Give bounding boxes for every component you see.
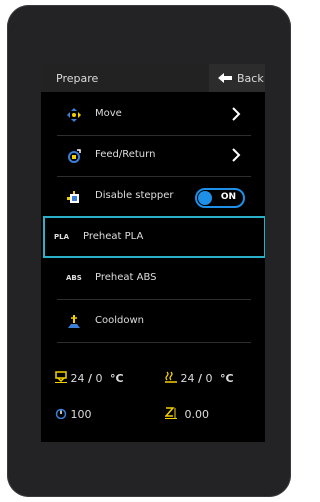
nozzle-temp-status: 24 / 0 °C bbox=[55, 371, 124, 385]
nozzle-icon bbox=[55, 371, 67, 383]
menu-label-cooldown: Cooldown bbox=[95, 315, 144, 326]
menu-item-disable-stepper[interactable]: Disable stepper ON bbox=[57, 177, 251, 218]
speed-gauge-icon bbox=[55, 408, 67, 420]
extruder-feed-icon bbox=[68, 149, 81, 163]
toggle-knob bbox=[198, 191, 212, 205]
menu-item-move[interactable]: Move bbox=[57, 95, 251, 136]
bed-current-temp: 24 bbox=[180, 372, 195, 385]
toggle-state-label: ON bbox=[220, 192, 236, 202]
page-title: Prepare bbox=[56, 72, 99, 85]
speed-value: 100 bbox=[70, 408, 92, 421]
touch-screen: Prepare Back Move Feed/Return Disable st… bbox=[41, 64, 265, 442]
z-position-status: 0.00 bbox=[164, 407, 210, 421]
temp-separator: / bbox=[88, 372, 93, 385]
z-axis-icon bbox=[164, 407, 177, 419]
bed-target-temp: 0 bbox=[205, 372, 213, 385]
back-button[interactable]: Back bbox=[209, 64, 265, 92]
chevron-right-icon bbox=[232, 107, 241, 121]
menu-item-preheat-pla[interactable]: PLA Preheat PLA bbox=[43, 216, 265, 258]
stepper-toggle[interactable]: ON bbox=[195, 188, 245, 208]
stepper-motor-icon bbox=[67, 191, 79, 203]
temp-separator: / bbox=[198, 372, 203, 385]
pla-badge-icon: PLA bbox=[54, 233, 70, 241]
back-label: Back bbox=[237, 72, 264, 85]
temp-unit: °C bbox=[110, 372, 124, 385]
menu-label-move: Move bbox=[95, 108, 122, 119]
nozzle-target-temp: 0 bbox=[95, 372, 103, 385]
bed-temp-status: 24 / 0 °C bbox=[165, 371, 234, 385]
back-arrow-icon bbox=[218, 73, 232, 83]
menu-label-disable-stepper: Disable stepper bbox=[95, 190, 174, 201]
abs-badge-icon: ABS bbox=[66, 274, 82, 282]
header-bar: Prepare Back bbox=[41, 64, 265, 92]
temp-unit: °C bbox=[220, 372, 234, 385]
cooldown-icon bbox=[68, 315, 80, 328]
chevron-right-icon bbox=[232, 148, 241, 162]
nozzle-current-temp: 24 bbox=[70, 372, 85, 385]
z-value: 0.00 bbox=[184, 408, 210, 421]
menu-item-preheat-abs[interactable]: ABS Preheat ABS bbox=[57, 259, 251, 300]
menu-item-feed-return[interactable]: Feed/Return bbox=[57, 136, 251, 177]
menu-item-cooldown[interactable]: Cooldown bbox=[57, 302, 251, 343]
move-icon bbox=[67, 108, 81, 122]
menu-label-preheat-pla: Preheat PLA bbox=[83, 231, 144, 242]
menu-label-preheat-abs: Preheat ABS bbox=[95, 272, 157, 283]
heated-bed-icon bbox=[165, 371, 177, 383]
speed-status: 100 bbox=[55, 407, 92, 421]
menu-label-feed-return: Feed/Return bbox=[95, 149, 156, 160]
